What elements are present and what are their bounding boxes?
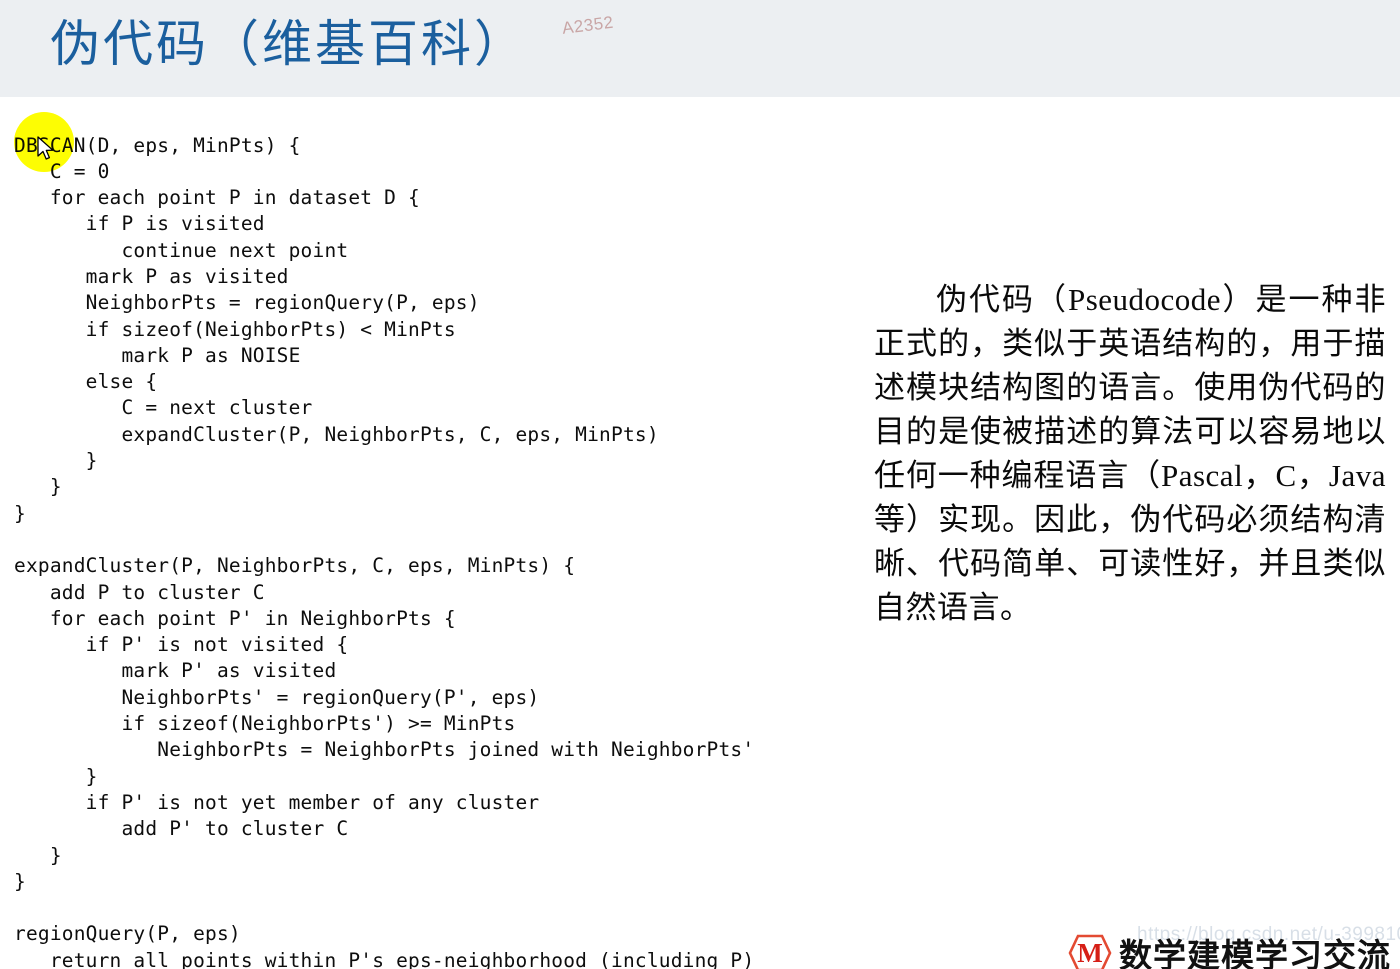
code-line: } (14, 449, 98, 473)
code-line: if P' is not yet member of any cluster (14, 790, 540, 814)
code-line: for each point P' in NeighborPts { (14, 606, 456, 630)
code-line: } (14, 764, 98, 788)
code-line: } (14, 843, 62, 867)
code-line: if P' is not visited { (14, 633, 349, 657)
code-line: NeighborPts = NeighborPts joined with Ne… (14, 738, 755, 762)
pseudocode-block: DBSCAN(D, eps, MinPts) { C = 0 for each … (14, 133, 874, 969)
code-line: NeighborPts' = regionQuery(P', eps) (14, 685, 540, 709)
slide-canvas: 伪代码（维基百科） A2352 DBSCAN(D, eps, MinPts) {… (0, 0, 1400, 969)
code-line: C = 0 (14, 159, 110, 183)
code-line: return all points within P's eps-neighbo… (14, 948, 755, 969)
code-line: for each point P in dataset D { (14, 186, 420, 210)
code-line: add P to cluster C (14, 580, 265, 604)
code-line: NeighborPts = regionQuery(P, eps) (14, 291, 480, 315)
code-line: mark P as visited (14, 264, 289, 288)
code-line: if sizeof(NeighborPts) < MinPts (14, 317, 456, 341)
code-line: else { (14, 370, 158, 394)
code-line: if P is visited (14, 212, 265, 236)
brand-mark-letter: M (1077, 937, 1103, 968)
code-line: expandCluster(P, NeighborPts, C, eps, Mi… (14, 554, 576, 578)
code-line: } (14, 869, 26, 893)
code-line: mark P as NOISE (14, 343, 301, 367)
code-line: add P' to cluster C (14, 817, 349, 841)
description-paragraph: 伪代码（Pseudocode）是一种非正式的，类似于英语结构的，用于描述模块结构… (874, 282, 1386, 625)
code-line: mark P' as visited (14, 659, 337, 683)
code-line: regionQuery(P, eps) (14, 922, 241, 946)
code-line: } (14, 501, 26, 525)
brand-logo: M 数学建模学习交流 (1068, 929, 1391, 969)
hexagon-logo-icon: M (1068, 933, 1112, 969)
code-line: continue next point (14, 238, 349, 262)
code-line: C = next cluster (14, 396, 313, 420)
brand-name-label: 数学建模学习交流 (1119, 937, 1391, 969)
page-title: 伪代码（维基百科） (50, 16, 527, 72)
code-line: } (14, 475, 62, 499)
code-line: expandCluster(P, NeighborPts, C, eps, Mi… (14, 422, 659, 446)
code-line: DBSCAN(D, eps, MinPts) { (14, 133, 301, 157)
description-panel: 伪代码（Pseudocode）是一种非正式的，类似于英语结构的，用于描述模块结构… (874, 278, 1386, 630)
code-line: if sizeof(NeighborPts') >= MinPts (14, 712, 516, 736)
